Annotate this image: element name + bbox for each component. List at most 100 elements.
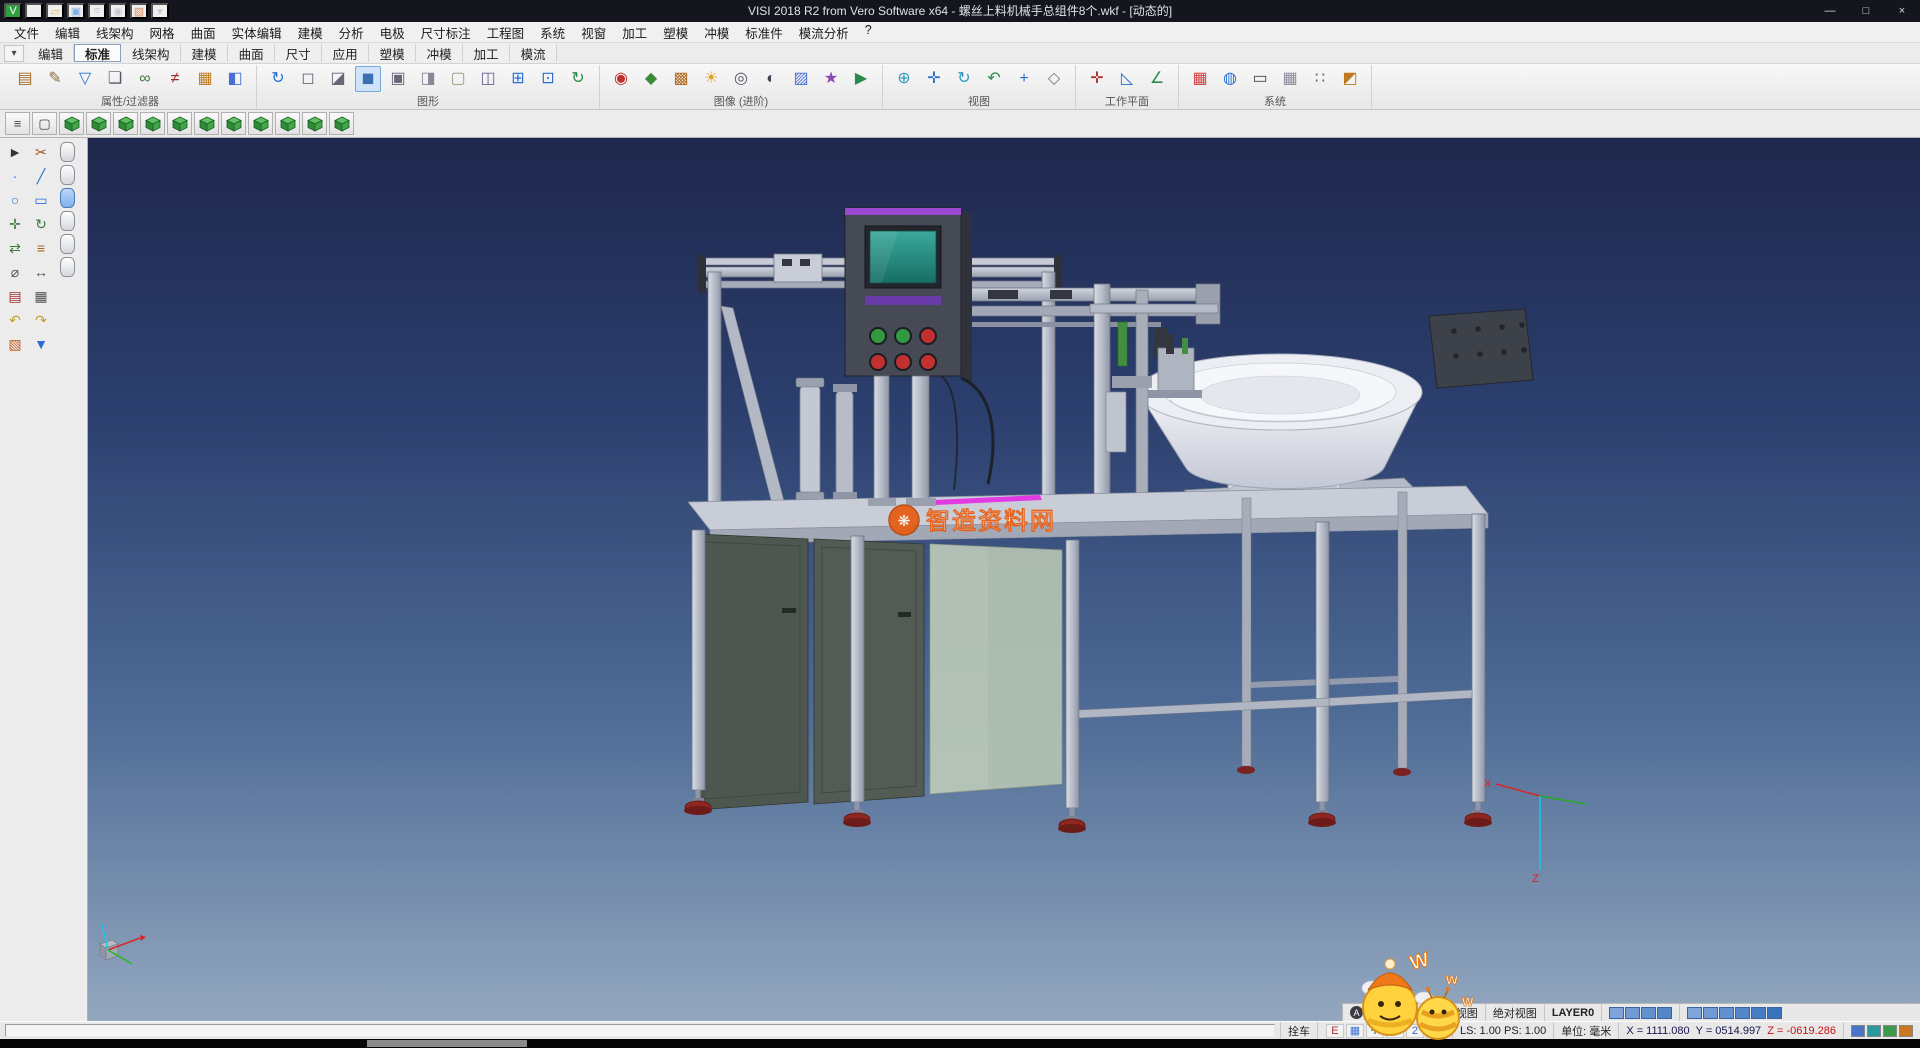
selection-filter-icon[interactable]: ◧: [222, 66, 248, 92]
redo-icon[interactable]: ↷: [29, 309, 53, 331]
calculator-icon[interactable]: ▦: [29, 285, 53, 307]
shadows-icon[interactable]: ◐: [758, 66, 784, 92]
dimension-icon[interactable]: ↔: [29, 261, 53, 283]
snap-settings-icon[interactable]: ∷: [1307, 66, 1333, 92]
attribute-brush-icon[interactable]: ✎: [42, 66, 68, 92]
tab-overflow-dropdown[interactable]: ▾: [4, 45, 24, 62]
view-right[interactable]: [140, 112, 165, 135]
view-menu-icon[interactable]: ≡: [5, 112, 30, 135]
layer-state-2[interactable]: [60, 165, 75, 185]
layer-state-5[interactable]: [60, 234, 75, 254]
circle-icon[interactable]: ○: [3, 189, 27, 211]
menu-item[interactable]: 尺寸标注: [413, 21, 479, 44]
animation-icon[interactable]: ▶: [848, 66, 874, 92]
menu-item[interactable]: 模流分析: [791, 21, 857, 44]
redraw-icon[interactable]: ↻: [265, 66, 291, 92]
wireframe-display-icon[interactable]: ◻: [295, 66, 321, 92]
select-icon[interactable]: ►: [3, 141, 27, 163]
minimize-button[interactable]: —: [1812, 0, 1848, 22]
maximize-button[interactable]: □: [1848, 0, 1884, 22]
tab-machining[interactable]: 加工: [463, 44, 510, 62]
rectangle-icon[interactable]: ▭: [29, 189, 53, 211]
perspective-icon[interactable]: ◇: [1041, 66, 1067, 92]
grid-icon[interactable]: ▦: [1277, 66, 1303, 92]
workplane-3points-icon[interactable]: ∠: [1144, 66, 1170, 92]
orbit-view-icon[interactable]: ↻: [951, 66, 977, 92]
view-iso-ne[interactable]: [248, 112, 273, 135]
tab-surface[interactable]: 曲面: [228, 44, 275, 62]
menu-item[interactable]: 塑模: [655, 21, 696, 44]
camera-icon[interactable]: ◎: [728, 66, 754, 92]
point-icon[interactable]: ∙: [3, 165, 27, 187]
offset-icon[interactable]: ≡: [29, 237, 53, 259]
zoom-all-icon[interactable]: ⊕: [891, 66, 917, 92]
menu-item[interactable]: 冲模: [696, 21, 737, 44]
layer-chip[interactable]: [1883, 1025, 1897, 1037]
textures-icon[interactable]: ▩: [668, 66, 694, 92]
workplane-origin-icon[interactable]: ✛: [1084, 66, 1110, 92]
lighting-icon[interactable]: ☀: [698, 66, 724, 92]
layer-chip[interactable]: [1899, 1025, 1913, 1037]
section-display-icon[interactable]: ◫: [475, 66, 501, 92]
menu-item[interactable]: ?: [857, 21, 880, 44]
shaded-display-icon[interactable]: ◼: [355, 66, 381, 92]
regen-icon[interactable]: ↻: [565, 66, 591, 92]
color-grid-icon[interactable]: ▦: [1187, 66, 1213, 92]
tab-flow[interactable]: 模流: [510, 44, 557, 62]
render-mode-icon[interactable]: ◩: [1337, 66, 1363, 92]
bounding-box-icon[interactable]: ▢: [445, 66, 471, 92]
link-icon[interactable]: ∞: [132, 66, 158, 92]
layer-chip[interactable]: [1851, 1025, 1865, 1037]
machine-model[interactable]: [684, 208, 1533, 833]
line-icon[interactable]: ╱: [29, 165, 53, 187]
copy-attributes-icon[interactable]: ❏: [102, 66, 128, 92]
save-icon[interactable]: ▣: [67, 3, 85, 19]
view-axonometric[interactable]: [59, 112, 84, 135]
active-layer-indicator[interactable]: LAYER0: [1545, 1004, 1602, 1021]
mirror-icon[interactable]: ⇄: [3, 237, 27, 259]
tab-die[interactable]: 冲模: [416, 44, 463, 62]
menu-item[interactable]: 视窗: [573, 21, 614, 44]
tab-dimension[interactable]: 尺寸: [275, 44, 322, 62]
menu-item[interactable]: 实体编辑: [224, 21, 290, 44]
menu-item[interactable]: 分析: [331, 21, 372, 44]
filter-icon[interactable]: ▽: [72, 66, 98, 92]
export-icon[interactable]: ▼: [29, 333, 53, 355]
snapshot-icon[interactable]: ★: [818, 66, 844, 92]
zoom-window-icon[interactable]: ⊡: [535, 66, 561, 92]
layer-state-4[interactable]: [60, 211, 75, 231]
zoom-in-icon[interactable]: +: [1011, 66, 1037, 92]
attributes-icon[interactable]: ▤: [12, 66, 38, 92]
move-icon[interactable]: ✛: [3, 213, 27, 235]
trim-icon[interactable]: ✂: [29, 141, 53, 163]
view-iso-sw[interactable]: [329, 112, 354, 135]
undo-icon[interactable]: ↶: [3, 309, 27, 331]
visi-logo[interactable]: V: [4, 3, 22, 19]
print-icon[interactable]: ≡: [88, 3, 106, 19]
snap-toggle[interactable]: 拴车: [1280, 1022, 1317, 1039]
menu-item[interactable]: 编辑: [47, 21, 88, 44]
workplane-face-icon[interactable]: ◺: [1114, 66, 1140, 92]
layer-state-3[interactable]: [60, 188, 75, 208]
materials-icon[interactable]: ◆: [638, 66, 664, 92]
display-settings-icon[interactable]: ▭: [1247, 66, 1273, 92]
menu-item[interactable]: 工程图: [479, 21, 533, 44]
view-top[interactable]: [86, 112, 111, 135]
layer-state-6[interactable]: [60, 257, 75, 277]
view-left[interactable]: [167, 112, 192, 135]
menu-item[interactable]: 加工: [614, 21, 655, 44]
menu-item[interactable]: 文件: [6, 21, 47, 44]
menu-item[interactable]: 建模: [290, 21, 331, 44]
tab-standard[interactable]: 标准: [74, 44, 121, 62]
previous-view-icon[interactable]: ↶: [981, 66, 1007, 92]
view-back[interactable]: [194, 112, 219, 135]
menu-item[interactable]: 曲面: [183, 21, 224, 44]
layer-state-1[interactable]: [60, 142, 75, 162]
open-file-icon[interactable]: ▱: [46, 3, 64, 19]
view-front[interactable]: [113, 112, 138, 135]
shaded-edges-display-icon[interactable]: ▣: [385, 66, 411, 92]
layer-filter-icon[interactable]: ▦: [192, 66, 218, 92]
toolbar-options-icon[interactable]: ▾: [151, 3, 169, 19]
paint-icon[interactable]: ▧: [3, 333, 27, 355]
viewport-canvas[interactable]: ❋ 智造资料网 X Z: [88, 138, 1920, 1021]
